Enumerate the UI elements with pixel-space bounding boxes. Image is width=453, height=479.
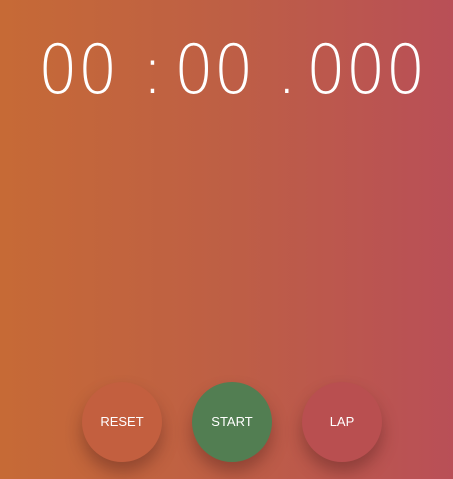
stopwatch-controls: RESET START LAP [0,382,453,462]
timer-seconds: 00 [174,31,254,110]
timer-display: 00 : 00 . 000 [0,30,453,112]
timer-milliseconds: 000 [306,31,426,110]
lap-button[interactable]: LAP [302,382,382,462]
timer-separator-dot: . [276,31,298,110]
timer-separator-colon: : [141,31,164,110]
reset-button[interactable]: RESET [82,382,162,462]
timer-minutes: 00 [38,31,118,110]
start-button[interactable]: START [192,382,272,462]
